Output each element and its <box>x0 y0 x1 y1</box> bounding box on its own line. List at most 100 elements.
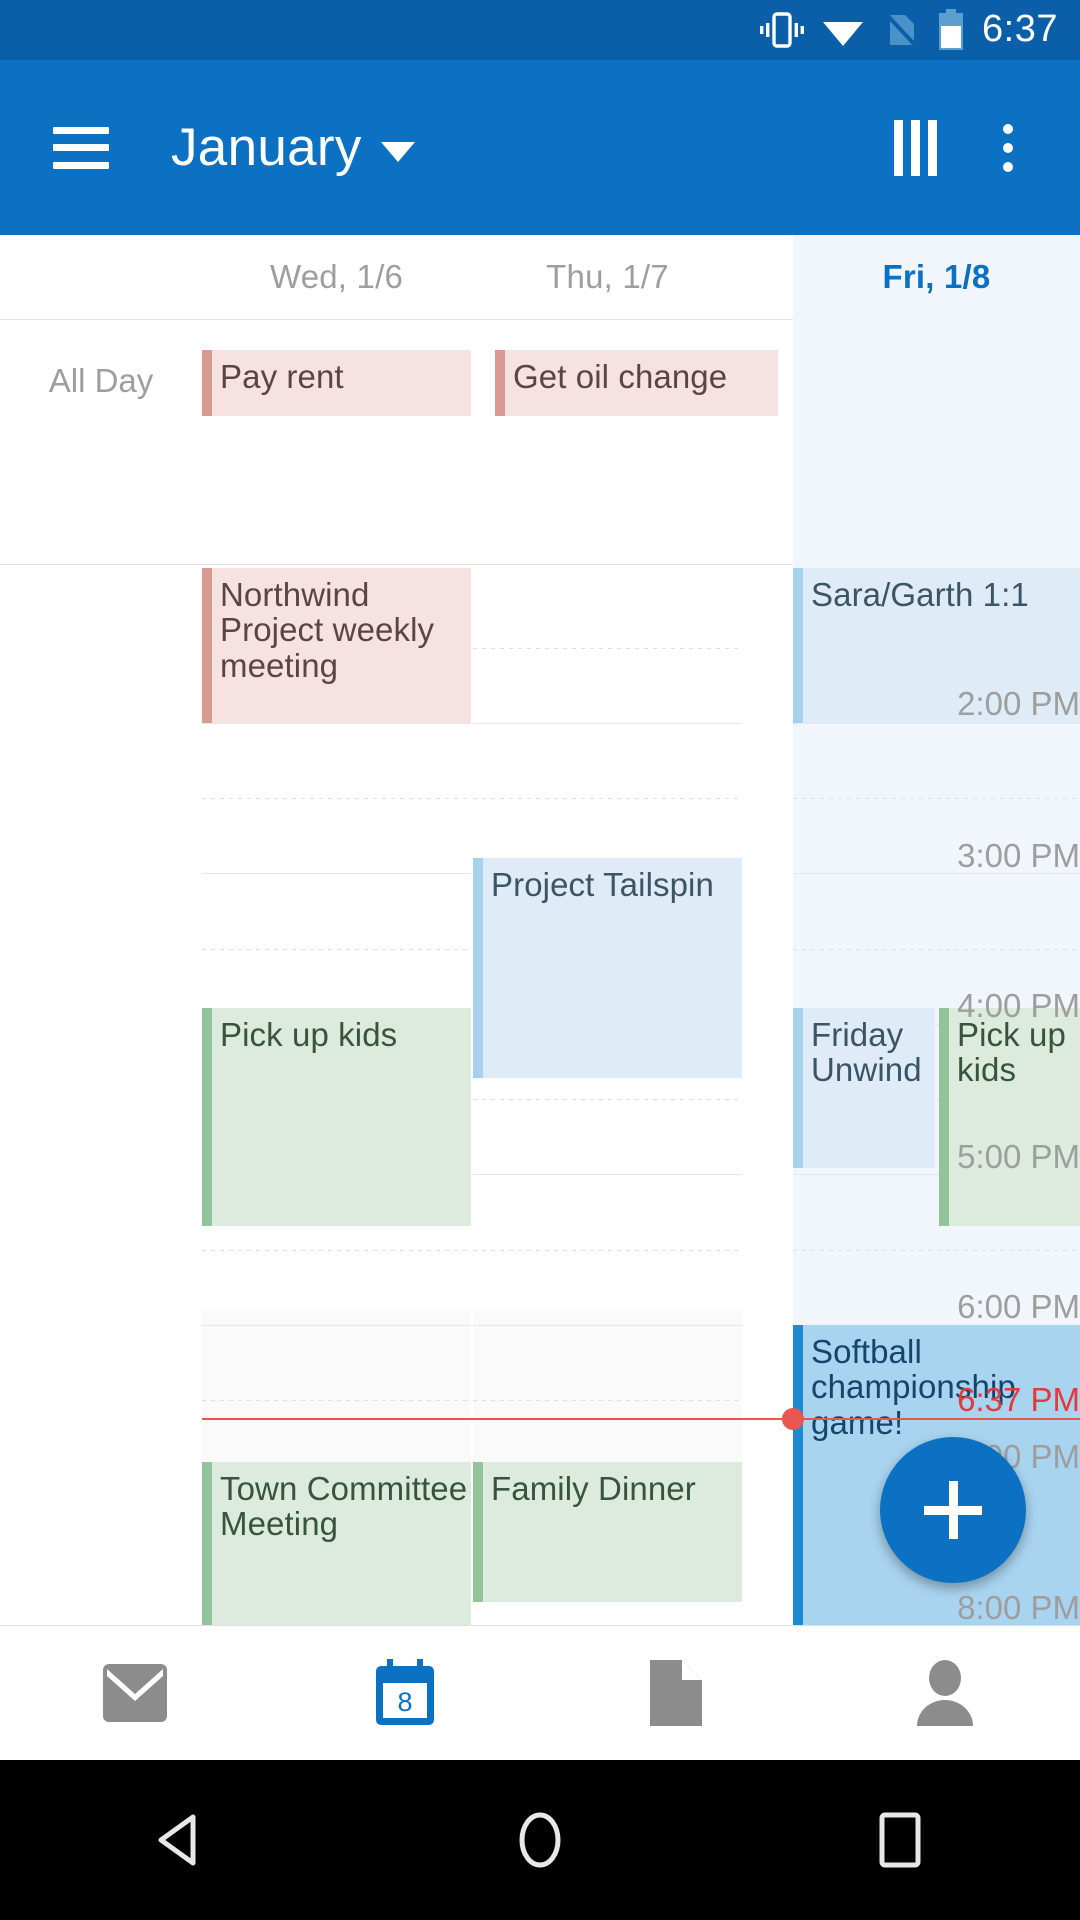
today-column-tint-allday <box>793 320 1080 565</box>
nav-item-people[interactable] <box>810 1626 1080 1760</box>
event-title: Northwind Project weekly meeting <box>220 576 434 684</box>
calendar-event[interactable]: Pick up kids <box>202 1008 471 1226</box>
hour-gridline <box>202 1325 471 1326</box>
battery-icon <box>937 9 965 51</box>
hour-gridline <box>793 723 1080 724</box>
file-icon <box>646 1658 704 1728</box>
no-sim-icon <box>882 11 920 49</box>
mail-icon <box>101 1662 169 1724</box>
time-label: 8:00 PM <box>894 1591 1080 1624</box>
calendar-event[interactable]: Town Committee Meeting <box>202 1462 471 1625</box>
day-header-thu[interactable]: Thu, 1/7 <box>473 235 742 319</box>
android-home-button[interactable] <box>360 1760 720 1920</box>
app-bar-actions <box>872 105 1080 191</box>
recents-icon <box>876 1811 924 1869</box>
back-icon <box>151 1811 209 1869</box>
time-label: 3:00 PM <box>894 839 1080 872</box>
calendar-event[interactable]: Project Tailspin <box>473 858 742 1078</box>
current-time-line <box>202 1418 1080 1420</box>
half-hour-gridline <box>202 1400 471 1401</box>
event-color-bar <box>202 350 212 416</box>
android-recents-button[interactable] <box>720 1760 1080 1920</box>
day-header-fri[interactable]: Fri, 1/8 <box>793 235 1080 319</box>
status-bar: 6:37 <box>0 0 1080 60</box>
half-hour-gridline <box>202 949 471 950</box>
event-color-bar <box>473 858 483 1078</box>
hour-gridline <box>473 1325 742 1326</box>
calendar-day-number: 8 <box>397 1687 412 1717</box>
event-title: Project Tailspin <box>491 866 714 903</box>
event-color-bar <box>793 568 803 723</box>
add-event-fab[interactable] <box>880 1437 1026 1583</box>
day-header-row: Wed, 1/6 Thu, 1/7 Fri, 1/8 <box>0 235 1080 320</box>
event-title: Family Dinner <box>491 1470 696 1507</box>
hour-gridline <box>473 723 742 724</box>
vibrate-icon <box>760 12 804 48</box>
home-icon <box>512 1809 568 1871</box>
event-title: Get oil change <box>513 358 727 395</box>
past-time-shade <box>202 1428 471 1462</box>
half-hour-gridline <box>473 1099 742 1100</box>
half-hour-gridline <box>793 798 1080 799</box>
event-title: Pick up kids <box>957 1016 1066 1088</box>
plus-icon-vertical <box>949 1481 958 1539</box>
event-color-bar <box>202 1008 212 1226</box>
past-time-shade <box>202 1309 471 1428</box>
person-icon <box>913 1660 977 1726</box>
time-label: 2:00 PM <box>894 687 1080 720</box>
nav-item-calendar[interactable]: 8 <box>270 1626 540 1760</box>
hour-gridline <box>202 723 471 724</box>
event-title: Town Committee Meeting <box>220 1470 467 1542</box>
three-column-view-icon[interactable] <box>872 105 958 191</box>
all-day-row: All Day Pay rent Get oil change <box>0 320 1080 565</box>
half-hour-gridline <box>793 1250 1080 1251</box>
android-back-button[interactable] <box>0 1760 360 1920</box>
event-title: Sara/Garth 1:1 <box>811 576 1029 613</box>
all-day-event[interactable]: Pay rent <box>202 350 471 416</box>
hamburger-menu-icon[interactable] <box>53 127 109 169</box>
calendar-icon: 8 <box>374 1659 436 1727</box>
time-label: 5:00 PM <box>894 1140 1080 1173</box>
all-day-label: All Day <box>0 320 202 564</box>
hour-gridline <box>473 1174 742 1175</box>
day-header-gutter <box>0 235 202 319</box>
past-time-shade <box>473 1428 742 1462</box>
chevron-down-icon <box>381 142 415 162</box>
calendar-event[interactable]: Family Dinner <box>473 1462 742 1602</box>
half-hour-gridline <box>793 949 1080 950</box>
event-color-bar <box>939 1008 949 1226</box>
half-hour-gridline <box>473 1250 742 1251</box>
day-header-wed[interactable]: Wed, 1/6 <box>202 235 471 319</box>
event-color-bar <box>495 350 505 416</box>
event-title: Pick up kids <box>220 1016 397 1053</box>
android-navigation-bar <box>0 1760 1080 1920</box>
time-label: 4:00 PM <box>894 989 1080 1022</box>
page-title: January <box>171 117 362 178</box>
half-hour-gridline <box>473 1400 742 1401</box>
calendar-event[interactable]: Pick up kids <box>939 1008 1080 1226</box>
app-bar: January <box>0 60 1080 235</box>
half-hour-gridline <box>473 798 742 799</box>
month-selector[interactable]: January <box>171 117 415 178</box>
past-time-shade <box>473 1309 742 1428</box>
current-time-label: 6:37 PM <box>894 1383 1080 1416</box>
event-title: Friday Unwind <box>811 1016 922 1088</box>
status-bar-clock: 6:37 <box>982 10 1058 51</box>
event-color-bar <box>793 1008 803 1168</box>
half-hour-gridline <box>473 648 742 649</box>
calendar-event[interactable]: Northwind Project weekly meeting <box>202 568 471 723</box>
hour-gridline <box>202 873 471 874</box>
time-label: 6:00 PM <box>894 1290 1080 1323</box>
nav-item-mail[interactable] <box>0 1626 270 1760</box>
current-time-dot <box>782 1408 804 1430</box>
bottom-navigation: 8 <box>0 1625 1080 1760</box>
half-hour-gridline <box>202 1250 471 1251</box>
overflow-menu-icon[interactable] <box>958 105 1058 191</box>
event-color-bar <box>202 1462 212 1625</box>
event-color-bar <box>473 1462 483 1602</box>
half-hour-gridline <box>202 798 471 799</box>
wifi-icon <box>821 12 865 48</box>
nav-item-files[interactable] <box>540 1626 810 1760</box>
event-color-bar <box>202 568 212 723</box>
all-day-event[interactable]: Get oil change <box>495 350 778 416</box>
